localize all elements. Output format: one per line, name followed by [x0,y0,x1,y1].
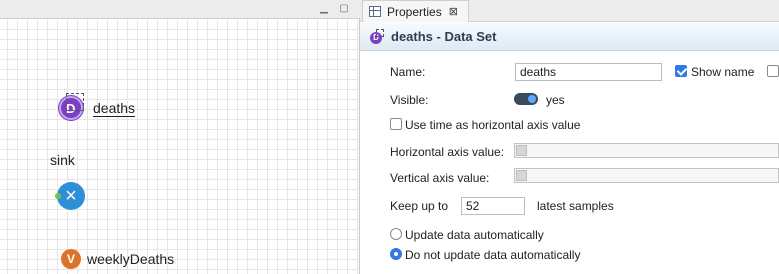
properties-table-icon [369,6,381,17]
sink-icon[interactable]: × [57,182,85,210]
canvas-grid[interactable] [0,20,358,274]
dataset-header-icon: D [370,29,385,44]
properties-header: D deaths - Data Set [360,23,779,51]
sink-label[interactable]: sink [50,152,75,168]
tab-properties[interactable]: Properties ⊠ [362,0,469,22]
sink-port-icon[interactable] [55,193,61,199]
selection-handle [66,93,84,111]
show-name-label[interactable]: Show name [691,65,754,79]
close-icon[interactable]: ⊠ [449,5,458,18]
latest-samples-label: latest samples [537,199,614,213]
visible-toggle[interactable] [514,93,538,105]
properties-tabbar: Properties ⊠ [360,0,779,22]
model-canvas-pane[interactable]: ▁ ▢ D deaths sink × V weeklyDeaths [0,0,360,274]
no-update-radio[interactable] [390,248,402,260]
vertical-axis-field[interactable] [514,168,779,183]
no-update-label[interactable]: Do not update data automatically [405,248,580,262]
visible-value: yes [546,93,565,107]
keep-up-label: Keep up to [390,199,449,213]
name-label: Name: [390,65,426,79]
dataset-label[interactable]: deaths [93,101,136,117]
canvas-toolbar: ▁ ▢ [0,0,360,19]
horizontal-axis-label: Horizontal axis value: [390,145,505,159]
keep-up-field[interactable]: 52 [461,197,525,215]
minimize-icon[interactable]: ▁ [318,3,330,15]
show-name-checkbox[interactable] [675,65,687,77]
properties-pane: Properties ⊠ D deaths - Data Set Name: d… [360,0,779,274]
visible-label: Visible: [390,93,429,107]
use-time-label[interactable]: Use time as horizontal axis value [405,118,580,132]
properties-title: deaths - Data Set [391,29,497,44]
tab-properties-label: Properties [387,4,442,19]
maximize-icon[interactable]: ▢ [338,3,350,15]
update-auto-label[interactable]: Update data automatically [405,228,544,242]
variable-icon[interactable]: V [61,249,81,269]
variable-label[interactable]: weeklyDeaths [87,251,174,267]
use-time-checkbox[interactable] [390,118,402,130]
name-field[interactable]: deaths [515,63,662,81]
vertical-axis-label: Vertical axis value: [390,171,490,185]
horizontal-axis-field[interactable] [514,143,779,158]
update-auto-radio[interactable] [390,228,402,240]
extra-checkbox[interactable] [767,65,779,77]
